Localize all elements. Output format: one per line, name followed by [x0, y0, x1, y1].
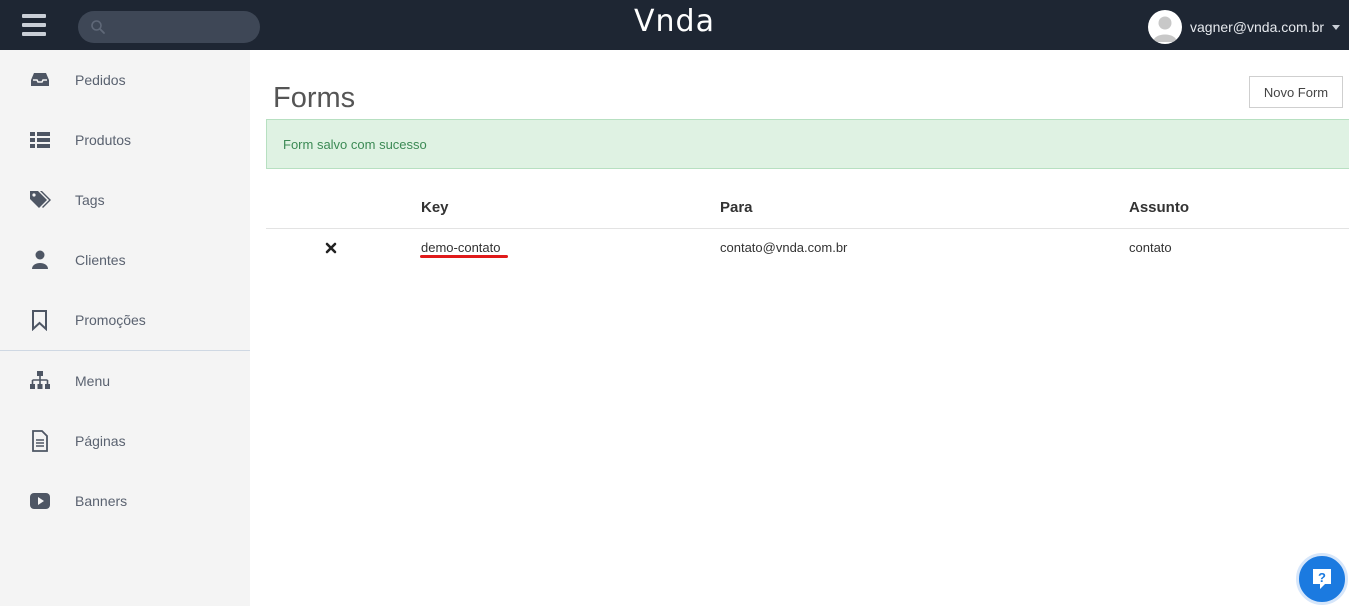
top-bar: Vnda vagner@vnda.com.br — [0, 0, 1349, 50]
sidebar-item-clientes[interactable]: Clientes — [0, 230, 250, 290]
list-icon — [30, 132, 50, 148]
search-icon — [91, 20, 105, 34]
sidebar-item-menu[interactable]: Menu — [0, 351, 250, 411]
sidebar-item-label: Clientes — [75, 252, 126, 268]
sitemap-icon — [30, 371, 50, 389]
form-key-link[interactable]: demo-contato — [421, 240, 501, 255]
user-email: vagner@vnda.com.br — [1190, 19, 1325, 35]
form-subject: contato — [1129, 240, 1172, 255]
annotation-underline — [420, 255, 508, 258]
alert-message: Form salvo com sucesso — [283, 137, 427, 152]
chevron-down-icon — [1332, 24, 1341, 30]
tags-icon — [30, 191, 51, 208]
sidebar-item-tags[interactable]: Tags — [0, 170, 250, 230]
avatar — [1148, 10, 1182, 44]
column-header-key: Key — [421, 199, 449, 216]
sidebar-item-paginas[interactable]: Páginas — [0, 411, 250, 471]
page-title: Forms — [273, 82, 356, 114]
delete-icon[interactable] — [325, 242, 337, 254]
search-box[interactable] — [78, 11, 260, 43]
bookmark-icon — [32, 310, 47, 331]
user-icon — [32, 250, 48, 269]
sidebar-item-label: Promoções — [75, 312, 146, 328]
user-avatar-icon — [1153, 16, 1177, 42]
sidebar-item-pedidos[interactable]: Pedidos — [0, 50, 250, 110]
form-recipient: contato@vnda.com.br — [720, 240, 848, 255]
sidebar-item-promocoes[interactable]: Promoções — [0, 290, 250, 350]
sidebar-item-label: Banners — [75, 493, 128, 509]
sidebar-item-label: Tags — [75, 192, 105, 208]
sidebar-item-banners[interactable]: Banners — [0, 471, 250, 531]
column-header-assunto: Assunto — [1129, 199, 1189, 216]
column-header-para: Para — [720, 199, 753, 216]
help-question-icon: ? — [1313, 569, 1331, 589]
play-icon — [30, 493, 50, 509]
sidebar-item-produtos[interactable]: Produtos — [0, 110, 250, 170]
file-text-icon — [32, 430, 48, 452]
inbox-icon — [31, 73, 49, 86]
hamburger-menu-icon[interactable] — [22, 14, 46, 36]
new-form-button[interactable]: Novo Form — [1249, 76, 1343, 108]
svg-text:?: ? — [1318, 570, 1326, 585]
sidebar-item-label: Produtos — [75, 132, 132, 148]
sidebar-item-label: Menu — [75, 373, 111, 389]
sidebar-item-label: Pedidos — [75, 72, 126, 88]
search-input[interactable] — [112, 11, 252, 43]
sidebar-item-label: Páginas — [75, 433, 126, 449]
user-menu[interactable]: vagner@vnda.com.br — [1148, 10, 1341, 44]
help-button[interactable]: ? — [1296, 553, 1348, 605]
table-divider — [266, 228, 1349, 229]
sidebar: Pedidos Produtos Tags Clientes Promoções — [0, 50, 250, 606]
success-alert: Form salvo com sucesso — [266, 119, 1349, 169]
